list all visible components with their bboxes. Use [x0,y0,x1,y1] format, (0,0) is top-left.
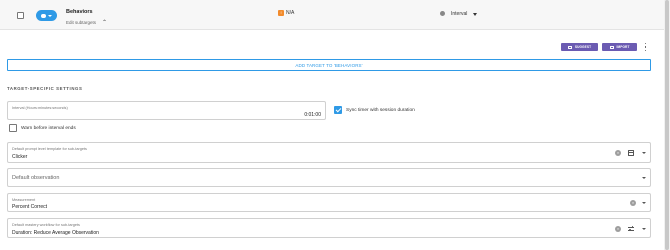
chat-bubble-icon [41,13,46,18]
chevron-up-icon: ⌃ [102,19,108,26]
sync-timer-label: Sync timer with session duration [346,108,415,113]
warn-before-checkbox[interactable] [9,124,17,132]
clear-icon[interactable]: × [615,226,621,232]
prompt-template-value: Clicker [12,154,28,160]
method-dropdown-caret-icon[interactable] [473,13,477,16]
edit-subtargets-toggle[interactable]: Edit subtargets ⌃ [66,19,108,26]
suggest-button-label: SUGGEST [574,45,592,49]
row-select-checkbox[interactable] [17,12,24,19]
default-observation-placeholder: Default observation [12,175,60,181]
scrollbar-track[interactable] [664,0,670,250]
edit-subtargets-label: Edit subtargets [66,20,97,25]
default-observation-select[interactable]: Default observation [7,168,651,187]
interval-field[interactable]: Interval (Hours:minutes:seconds) 0:01:00 [7,101,326,120]
dropdown-caret-icon[interactable] [642,228,646,230]
dropdown-caret-icon[interactable] [642,202,646,204]
dropdown-caret-icon[interactable] [642,177,646,179]
suggest-button[interactable]: SUGGEST [561,43,598,51]
interval-field-value[interactable]: 0:01:00 [304,112,321,118]
settings-sliders-icon[interactable] [628,226,634,232]
import-button-label: IMPORT [616,45,630,49]
status-text: N/A [286,10,295,16]
import-icon [609,45,614,49]
sync-timer-checkbox[interactable] [334,106,342,114]
measurement-select[interactable]: Measurement Percent Correct × [7,193,651,212]
interval-field-label: Interval (Hours:minutes:seconds) [12,106,68,110]
more-options-icon[interactable] [644,43,647,51]
chat-icon [567,45,572,49]
mastery-workflow-label: Default mastery workflow for sub-targets [12,223,80,227]
measurement-label: Measurement [12,198,36,202]
target-name: Behaviors [66,9,93,15]
add-target-button[interactable]: ADD TARGET TO 'BEHAVIORS' [7,59,651,71]
import-button[interactable]: IMPORT [602,43,637,51]
dropdown-caret-icon[interactable] [642,152,646,154]
warn-before-label: Warn before interval ends [21,126,76,131]
prompt-template-label: Default prompt level template for sub-ta… [12,147,87,151]
section-title: TARGET-SPECIFIC SETTINGS [7,86,83,91]
clear-icon[interactable]: × [615,150,621,156]
scrollbar-thumb[interactable] [665,0,669,250]
caret-down-icon [48,14,52,17]
method-dropdown-label[interactable]: Interval [451,11,467,17]
calendar-icon[interactable] [628,150,634,156]
status-na-icon: ! [278,10,284,16]
interval-icon [440,11,445,16]
target-type-dropdown[interactable] [36,10,57,21]
clear-icon[interactable]: × [630,200,636,206]
target-row: Behaviors Edit subtargets ⌃ ! N/A Interv… [0,0,664,30]
measurement-value: Percent Correct [12,204,48,210]
mastery-workflow-value: Duration: Reduce Average Observation [12,230,99,236]
prompt-template-select[interactable]: Default prompt level template for sub-ta… [7,142,651,163]
mastery-workflow-select[interactable]: Default mastery workflow for sub-targets… [7,218,651,238]
